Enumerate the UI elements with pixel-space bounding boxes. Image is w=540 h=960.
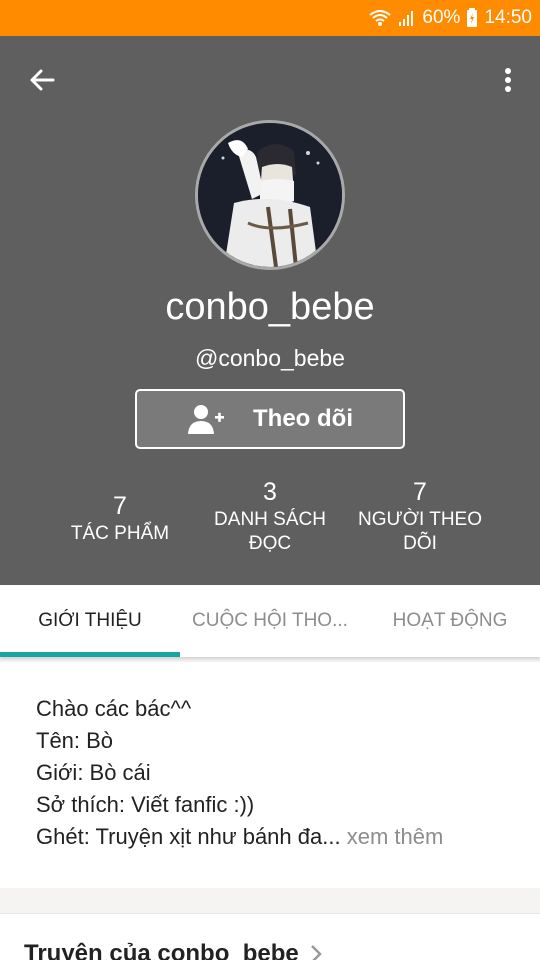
works-section[interactable]: Truyện của conbo_bebe	[0, 913, 540, 960]
profile-header: conbo_bebe @conbo_bebe Theo dõi 7 TÁC PH…	[0, 36, 540, 585]
tab-activity[interactable]: HOẠT ĐỘNG	[360, 585, 540, 657]
user-handle: @conbo_bebe	[195, 345, 345, 371]
signal-icon	[398, 9, 416, 27]
chevron-right-icon	[311, 945, 322, 960]
status-bar: 60% 14:50	[0, 0, 540, 36]
more-options-button[interactable]	[498, 62, 518, 98]
battery-percent: 60%	[422, 7, 461, 28]
profile-tabs: GIỚI THIỆU CUỘC HỘI THO... HOẠT ĐỘNG	[0, 585, 540, 657]
avatar[interactable]	[195, 120, 345, 270]
works-section-title: Truyện của conbo_bebe	[24, 940, 299, 960]
profile-stats: 7 TÁC PHẨM 3 DANH SÁCH ĐỌC 7 NGƯỜI THEO …	[0, 476, 540, 566]
stat-followers-count: 7	[413, 478, 427, 506]
follow-button[interactable]: Theo dõi	[135, 389, 405, 449]
username: conbo_bebe	[165, 286, 375, 328]
battery-icon	[466, 8, 478, 28]
back-button[interactable]	[24, 62, 60, 98]
about-line: Sở thích: Viết fanfic :))	[36, 792, 255, 817]
about-line: Giới: Bò cái	[36, 760, 151, 785]
about-section: Chào các bác^^ Tên: Bò Giới: Bò cái Sở t…	[0, 662, 540, 888]
avatar-image	[198, 123, 342, 267]
more-vertical-icon	[505, 68, 511, 92]
about-last-line: Ghét: Truyện xịt như bánh đa... xem thêm	[36, 824, 443, 850]
clock: 14:50	[484, 7, 532, 28]
tab-about[interactable]: GIỚI THIỆU	[0, 585, 180, 657]
about-line: Chào các bác^^	[36, 696, 192, 721]
stat-followers[interactable]: 7 NGƯỜI THEO DÕI	[330, 476, 510, 556]
arrow-left-icon	[30, 69, 55, 91]
wifi-icon	[368, 8, 392, 28]
stat-followers-label-2: DÕI	[403, 533, 437, 554]
about-line: Ghét: Truyện xịt như bánh đa...	[36, 824, 341, 849]
stat-followers-label-1: NGƯỜI THEO	[357, 509, 482, 530]
tab-indicator	[0, 652, 180, 657]
tab-conversations[interactable]: CUỘC HỘI THO...	[180, 585, 360, 657]
about-line: Tên: Bò	[36, 728, 114, 753]
follow-label: Theo dõi	[253, 405, 353, 432]
status-indicators: 60% 14:50	[368, 6, 532, 30]
see-more-link[interactable]: xem thêm	[347, 824, 444, 849]
add-person-icon	[188, 405, 224, 434]
